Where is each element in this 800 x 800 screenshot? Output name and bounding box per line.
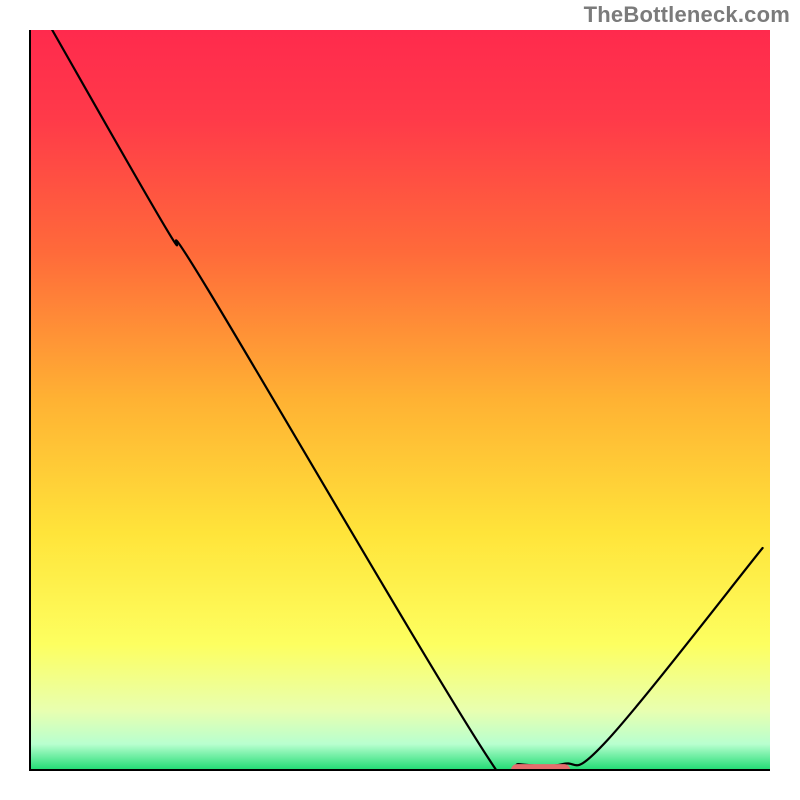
watermark-text: TheBottleneck.com: [584, 2, 790, 28]
plot-background: [30, 30, 770, 770]
chart-container: TheBottleneck.com: [0, 0, 800, 800]
bottleneck-chart: [0, 0, 800, 800]
